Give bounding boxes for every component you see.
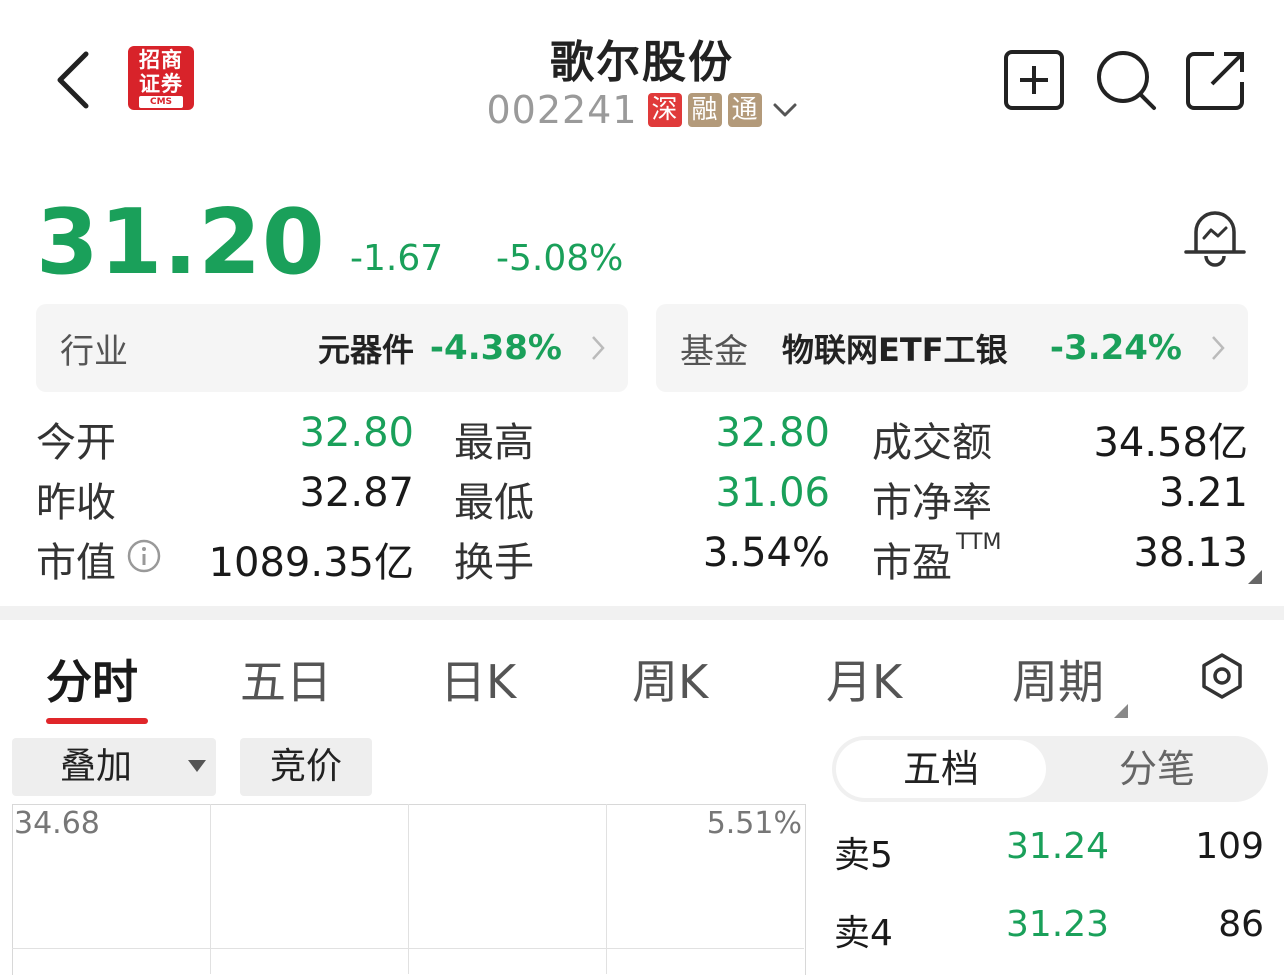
margin-badge: 融 bbox=[687, 93, 722, 127]
chart-top-percent: 5.51% bbox=[706, 806, 802, 841]
stat-value-pe: 38.13 bbox=[1133, 530, 1248, 576]
ask4-volume: 86 bbox=[1218, 904, 1264, 945]
chart-settings-icon[interactable] bbox=[1198, 652, 1246, 700]
stat-value-low: 31.06 bbox=[715, 470, 830, 516]
industry-label: 行业 bbox=[60, 331, 128, 372]
market-badge: 深 bbox=[647, 93, 682, 127]
stat-label-pe: 市盈 bbox=[872, 540, 952, 586]
info-icon[interactable] bbox=[126, 538, 162, 574]
overlay-label: 叠加 bbox=[60, 746, 133, 787]
stat-value-high: 32.80 bbox=[715, 410, 830, 456]
industry-name: 元器件 bbox=[317, 331, 414, 369]
ask5-volume: 109 bbox=[1195, 826, 1264, 867]
search-icon[interactable] bbox=[1094, 48, 1158, 112]
chevron-right-icon bbox=[1212, 336, 1225, 360]
tab-intraday[interactable]: 分时 bbox=[46, 646, 138, 712]
share-icon[interactable] bbox=[1184, 48, 1248, 112]
tab-weekly-k[interactable]: 周K bbox=[632, 646, 708, 712]
fund-percent: -3.24% bbox=[1049, 328, 1182, 368]
stat-label-amount: 成交额 bbox=[872, 420, 992, 466]
stat-pe-ttm: TTM bbox=[956, 530, 1002, 555]
price-alert-icon[interactable] bbox=[1182, 204, 1248, 270]
stock-name: 歌尔股份 bbox=[550, 37, 734, 88]
stat-label-high: 最高 bbox=[454, 420, 534, 466]
stat-value-open: 32.80 bbox=[299, 410, 414, 456]
overlay-dropdown[interactable]: 叠加 bbox=[12, 738, 216, 796]
connect-badge: 通 bbox=[727, 93, 762, 127]
stat-label-low: 最低 bbox=[454, 480, 534, 526]
stat-label-prev-close: 昨收 bbox=[36, 480, 116, 526]
stat-label-turnover: 换手 bbox=[454, 540, 534, 586]
stat-value-prev-close: 32.87 bbox=[299, 470, 414, 516]
ask4-label: 卖4 bbox=[834, 913, 893, 954]
industry-percent: -4.38% bbox=[429, 328, 562, 368]
segment-five-level[interactable]: 五档 bbox=[836, 742, 1046, 796]
stat-label-pb: 市净率 bbox=[872, 480, 992, 526]
stat-value-mktcap: 1089.35亿 bbox=[208, 540, 414, 586]
fund-label: 基金 bbox=[680, 331, 748, 372]
tab-daily-k[interactable]: 日K bbox=[440, 646, 516, 712]
intraday-chart[interactable] bbox=[12, 804, 806, 975]
expand-corner-icon[interactable] bbox=[1248, 570, 1262, 584]
ask4-price: 31.23 bbox=[1006, 904, 1110, 945]
stock-code: 002241 bbox=[486, 88, 638, 132]
stat-value-pb: 3.21 bbox=[1158, 470, 1248, 516]
tab-monthly-k[interactable]: 月K bbox=[826, 646, 902, 712]
price-change-percent: -5.08% bbox=[496, 238, 624, 279]
stat-value-amount: 34.58亿 bbox=[1093, 420, 1248, 466]
stat-value-turnover: 3.54% bbox=[702, 530, 830, 576]
ask5-price: 31.24 bbox=[1006, 826, 1110, 867]
ask5-label: 卖5 bbox=[834, 835, 893, 876]
tab-period[interactable]: 周期 bbox=[1012, 646, 1104, 712]
tab-active-indicator bbox=[46, 718, 148, 724]
fund-name: 物联网ETF工银 bbox=[782, 331, 1008, 369]
stat-label-mktcap: 市值 bbox=[36, 540, 116, 586]
auction-button[interactable]: 竞价 bbox=[240, 738, 372, 796]
section-divider bbox=[0, 606, 1284, 620]
dropdown-corner-icon bbox=[1114, 704, 1128, 718]
caret-down-icon bbox=[188, 760, 206, 772]
stock-code-row[interactable]: 002241 深 融 通 bbox=[0, 88, 1284, 132]
chevron-down-icon[interactable] bbox=[772, 100, 798, 120]
chart-top-price: 34.68 bbox=[14, 806, 100, 841]
add-watchlist-icon[interactable] bbox=[1002, 48, 1066, 112]
chart-gridline bbox=[12, 948, 804, 949]
fund-box[interactable]: 基金 物联网ETF工银 -3.24% bbox=[656, 304, 1248, 392]
segment-tick[interactable]: 分笔 bbox=[1052, 742, 1262, 796]
industry-box[interactable]: 行业 元器件 -4.38% bbox=[36, 304, 628, 392]
stat-label-open: 今开 bbox=[36, 420, 116, 466]
tab-five-day[interactable]: 五日 bbox=[240, 646, 332, 712]
current-price: 31.20 bbox=[36, 190, 326, 295]
chevron-right-icon bbox=[592, 336, 605, 360]
price-change: -1.67 bbox=[350, 238, 444, 279]
